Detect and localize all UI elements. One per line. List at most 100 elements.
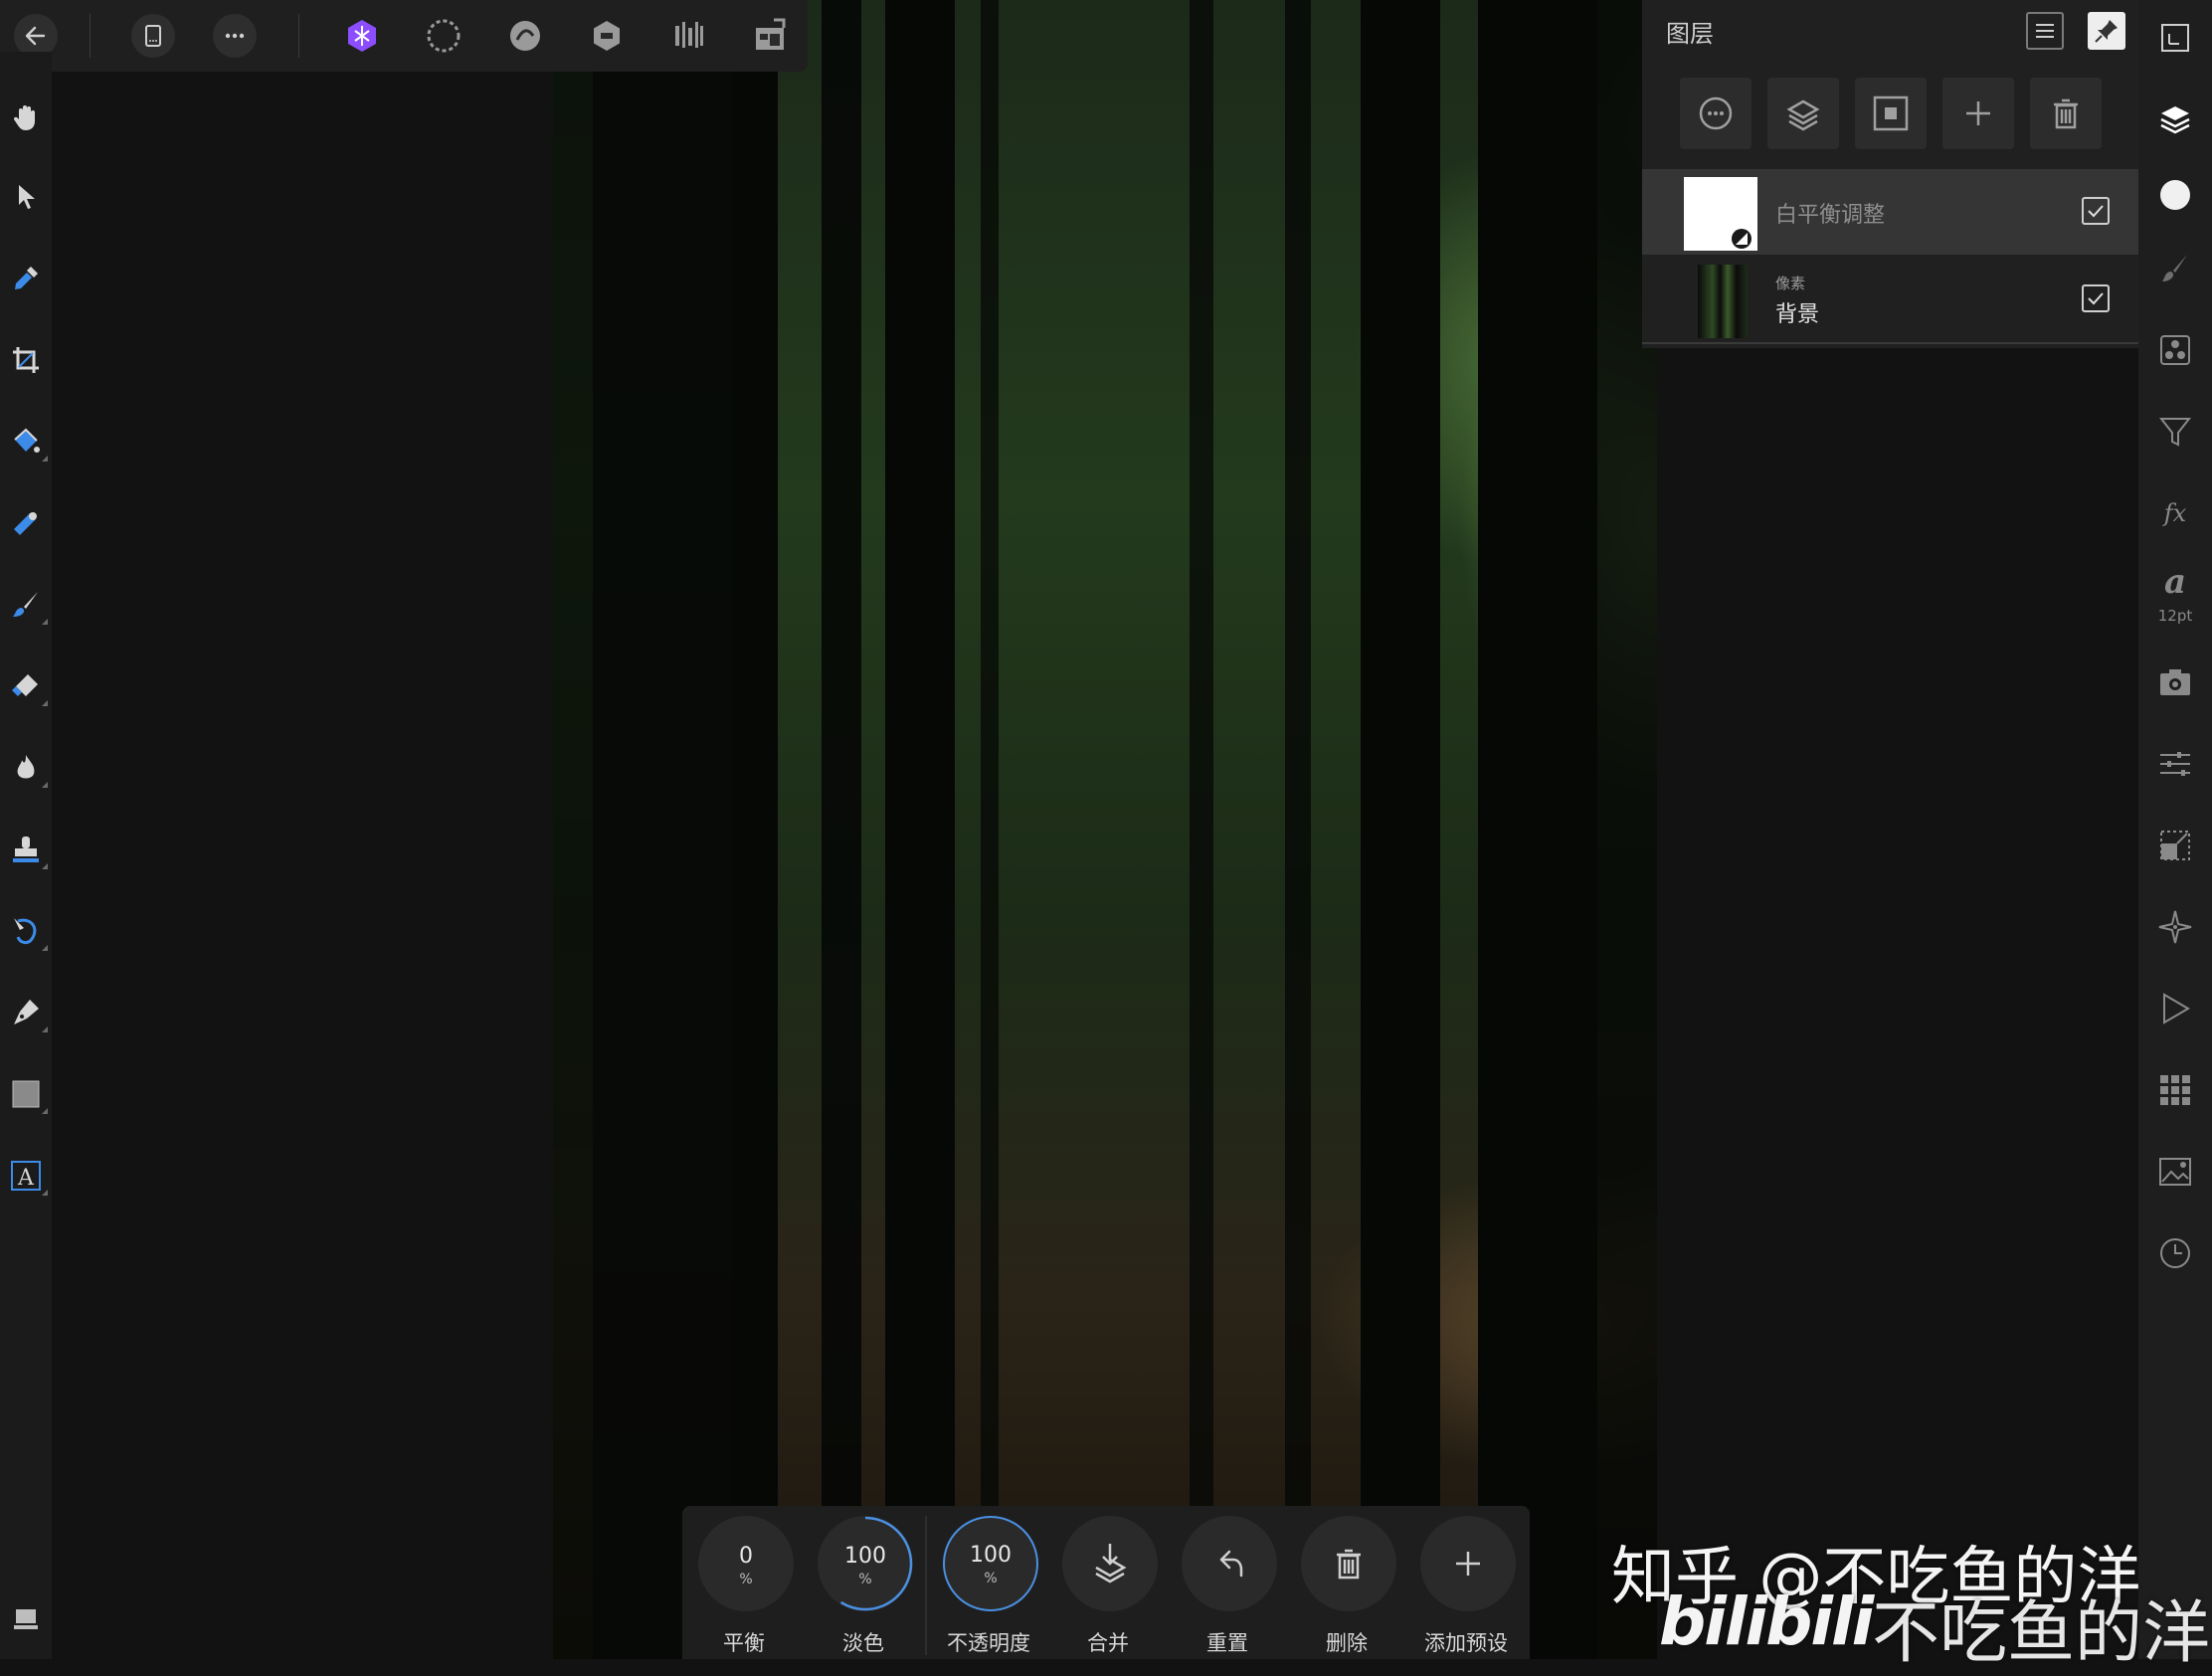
pixel-layer-thumbnail — [1698, 265, 1748, 338]
move-tool-icon[interactable] — [10, 181, 42, 213]
balance-unit: % — [739, 1572, 753, 1587]
delete-layer-icon[interactable] — [2030, 78, 2102, 149]
opacity-label: 不透明度 — [947, 1631, 1030, 1655]
tint-value: 100 — [844, 1544, 886, 1569]
delete-label: 删除 — [1326, 1631, 1368, 1655]
balance-value: 0 — [739, 1544, 753, 1569]
dodge-burn-tool-icon[interactable] — [10, 752, 48, 788]
layer-visibility-checkbox[interactable] — [2082, 284, 2110, 312]
panel-menu-icon[interactable] — [2026, 12, 2064, 50]
erase-brush-tool-icon[interactable] — [10, 670, 48, 706]
plus-icon[interactable] — [1420, 1516, 1516, 1611]
image-icon[interactable] — [2157, 1154, 2193, 1190]
tree-trunk — [1285, 0, 1311, 1659]
bilibili-username: 不吃鱼的洋 — [1872, 1594, 2211, 1673]
contextual-toolbar-toggle-icon[interactable] — [10, 1603, 42, 1635]
trash-icon[interactable] — [1301, 1516, 1396, 1611]
panel-title: 图层 — [1666, 20, 1714, 48]
export-persona-icon[interactable] — [666, 14, 710, 58]
opacity-dial[interactable]: 100 % 不透明度 — [937, 1516, 1038, 1655]
blend-options-icon[interactable] — [1767, 78, 1839, 149]
document-icon[interactable] — [131, 14, 175, 58]
tree-trunk — [822, 0, 861, 1659]
liquify-persona-icon[interactable] — [422, 14, 465, 58]
photo-persona-icon[interactable] — [340, 14, 384, 58]
filters-icon[interactable] — [2157, 414, 2193, 450]
opacity-value: 100 — [970, 1543, 1012, 1568]
flood-fill-tool-icon[interactable] — [10, 426, 48, 462]
divider — [90, 14, 91, 58]
tree-trunk — [1190, 0, 1213, 1659]
selection-brush-tool-icon[interactable] — [10, 915, 48, 951]
more-icon[interactable] — [213, 14, 257, 58]
merge-button[interactable]: 合并 — [1056, 1516, 1158, 1655]
reset-button[interactable]: 重置 — [1176, 1516, 1277, 1655]
mask-layer-icon[interactable] — [1855, 78, 1927, 149]
layers-icon[interactable] — [2157, 101, 2193, 137]
delete-button[interactable]: 删除 — [1295, 1516, 1396, 1655]
pen-tool-icon[interactable] — [10, 997, 48, 1032]
svg-text:a: a — [2164, 563, 2186, 599]
pin-panel-icon[interactable] — [2088, 12, 2125, 50]
layer-options-icon[interactable] — [1680, 78, 1751, 149]
context-toolbar: 0 % 平衡 100 % 淡色 100 % 不透明度 合并 重置 删除 添加预设 — [682, 1506, 1530, 1659]
tree-trunk — [553, 0, 593, 1659]
navigator-icon[interactable] — [2157, 909, 2193, 945]
opacity-unit: % — [984, 1571, 998, 1586]
tree-trunk — [593, 0, 732, 1659]
layer-row-background[interactable]: 像素 背景 — [1642, 257, 2139, 344]
tree-trunk — [1361, 0, 1440, 1659]
document-canvas[interactable] — [553, 0, 1657, 1659]
stock-icon[interactable] — [2157, 664, 2193, 700]
balance-dial[interactable]: 0 % 平衡 — [692, 1516, 794, 1655]
add-preset-button[interactable]: 添加预设 — [1414, 1516, 1516, 1655]
tint-unit: % — [858, 1572, 872, 1587]
bilibili-logo: bilibili — [1659, 1583, 1874, 1660]
merge-icon[interactable] — [1062, 1516, 1158, 1611]
text-icon[interactable]: a 12pt — [2157, 562, 2193, 625]
clone-stamp-tool-icon[interactable] — [10, 834, 48, 869]
crop-tool-icon[interactable] — [10, 344, 42, 376]
paint-brush-tool-icon[interactable] — [10, 589, 48, 625]
studio-strip: fx a 12pt — [2138, 0, 2212, 1659]
color-icon[interactable] — [2157, 177, 2193, 213]
tree-trunk — [1478, 0, 1597, 1659]
layer-name: 背景 — [1775, 302, 1820, 327]
hand-tool-icon[interactable] — [10, 101, 42, 133]
layer-visibility-checkbox[interactable] — [2082, 197, 2110, 225]
tint-label: 淡色 — [842, 1631, 884, 1655]
svg-text:A: A — [17, 1166, 35, 1191]
layers-panel: 图层 白平衡调整 像素 背景 — [1642, 0, 2139, 348]
share-icon[interactable] — [748, 14, 792, 58]
opacity-dial-knob[interactable]: 100 % — [943, 1516, 1038, 1611]
balance-label: 平衡 — [723, 1631, 765, 1655]
macro-icon[interactable] — [2157, 991, 2193, 1026]
top-bar — [0, 0, 808, 72]
add-preset-label: 添加预设 — [1424, 1631, 1508, 1655]
adjustments-icon[interactable] — [2157, 332, 2193, 368]
brush-icon[interactable] — [2157, 251, 2193, 286]
sliders-icon[interactable] — [2157, 746, 2193, 782]
add-layer-icon[interactable] — [1942, 78, 2014, 149]
text-size-label: 12pt — [2157, 607, 2193, 625]
fx-icon[interactable]: fx — [2157, 495, 2193, 531]
tint-dial-knob[interactable]: 100 % — [818, 1516, 913, 1611]
swatches-icon[interactable] — [2157, 1072, 2193, 1108]
develop-persona-icon[interactable] — [503, 14, 547, 58]
tools-panel: A — [0, 52, 52, 1659]
artistic-text-tool-icon[interactable]: A — [10, 1160, 48, 1196]
balance-dial-knob[interactable]: 0 % — [698, 1516, 794, 1611]
fullscreen-icon[interactable] — [2157, 20, 2193, 56]
tint-dial[interactable]: 100 % 淡色 — [812, 1516, 913, 1655]
color-picker-tool-icon[interactable] — [10, 263, 42, 294]
layer-row-white-balance[interactable]: 白平衡调整 — [1642, 169, 2139, 255]
rectangle-tool-icon[interactable] — [10, 1078, 48, 1114]
reset-icon[interactable] — [1182, 1516, 1277, 1611]
tree-trunk — [981, 0, 999, 1659]
svg-text:fx: fx — [2162, 499, 2187, 527]
tone-mapping-persona-icon[interactable] — [585, 14, 629, 58]
history-icon[interactable] — [2157, 1235, 2193, 1271]
adjustment-layer-thumbnail — [1684, 177, 1757, 251]
transform-icon[interactable] — [2157, 828, 2193, 863]
gradient-tool-icon[interactable] — [10, 507, 42, 539]
